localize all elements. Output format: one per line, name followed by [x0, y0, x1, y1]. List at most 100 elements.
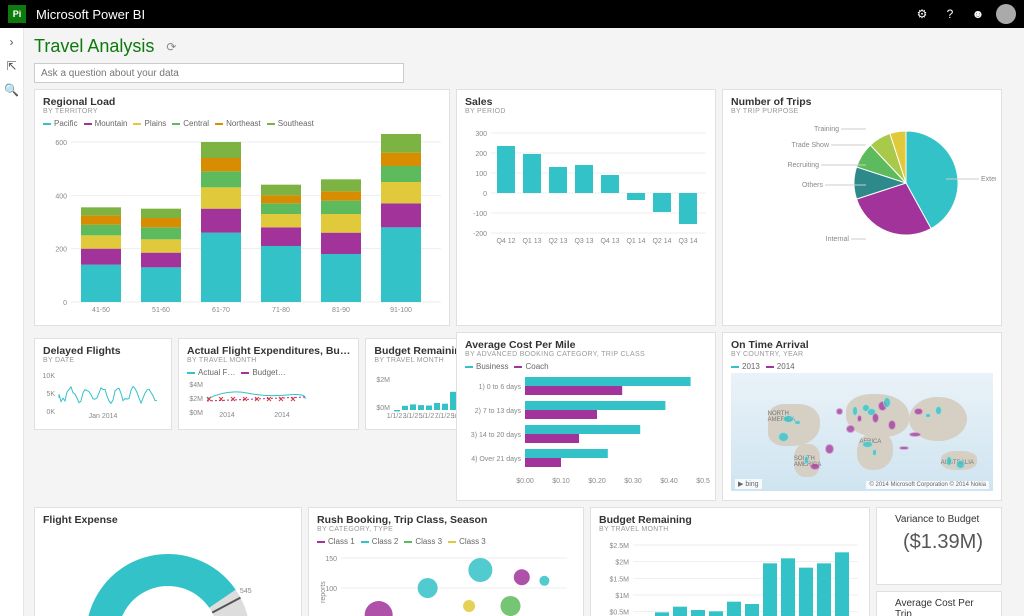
svg-text:545: 545: [240, 588, 252, 595]
world-map[interactable]: NORTHAMERICA AFRICA SOUTHAMERICA AUSTRAL…: [731, 373, 993, 491]
actual-chart: $0M $2M $4M 2014 2014: [187, 379, 307, 419]
svg-text:-100: -100: [473, 211, 487, 218]
svg-text:$2.5M: $2.5M: [610, 543, 630, 550]
svg-text:0: 0: [483, 191, 487, 198]
card-title: Regional Load: [43, 96, 441, 108]
search-icon[interactable]: 🔍: [4, 82, 20, 98]
svg-text:600: 600: [55, 140, 67, 147]
kpi-variance-value: ($1.39M): [885, 525, 993, 558]
card-delayed-flights[interactable]: Delayed Flights BY DATE 0K5K10KJan 2014: [34, 338, 172, 430]
app-logo: Pi: [8, 5, 26, 23]
settings-icon[interactable]: ⚙: [908, 0, 936, 28]
svg-text:Recruiting: Recruiting: [787, 162, 819, 169]
svg-text:3) 14 to 20 days: 3) 14 to 20 days: [471, 432, 522, 439]
svg-text:reports: reports: [320, 581, 327, 603]
svg-text:$1M: $1M: [615, 593, 629, 600]
svg-text:2014: 2014: [274, 412, 290, 419]
svg-text:Q3 13: Q3 13: [574, 238, 593, 245]
card-variance[interactable]: Variance to Budget ($1.39M): [876, 507, 1002, 585]
svg-text:61-70: 61-70: [212, 307, 230, 314]
svg-text:$0.20: $0.20: [588, 478, 606, 485]
svg-text:Q1 13: Q1 13: [522, 238, 541, 245]
card-subtitle: BY PERIOD: [465, 108, 707, 115]
card-rush-booking[interactable]: Rush Booking, Trip Class, Season BY CATE…: [308, 507, 584, 616]
svg-text:Q2 13: Q2 13: [548, 238, 567, 245]
svg-text:150: 150: [325, 556, 337, 563]
svg-text:Q2 14: Q2 14: [652, 238, 671, 245]
svg-text:2014: 2014: [219, 412, 235, 419]
card-flight-expense[interactable]: Flight Expense 545 522 0 645: [34, 507, 302, 616]
map-provider-logo: ▶ bing: [735, 479, 762, 489]
budget-lg-chart: ($0.5M)$0M$0.5M$1M$1.5M$2M$2.5M1/1/20142…: [599, 537, 864, 616]
svg-text:$0.5M: $0.5M: [610, 610, 630, 616]
page-title: Travel Analysis: [34, 36, 154, 57]
svg-text:0K: 0K: [46, 409, 55, 416]
svg-text:$0.10: $0.10: [552, 478, 570, 485]
svg-text:$2M: $2M: [377, 377, 391, 384]
svg-text:$2M: $2M: [189, 396, 203, 403]
card-on-time-arrival[interactable]: On Time Arrival BY COUNTRY, YEAR 2013201…: [722, 332, 1002, 501]
svg-text:51-60: 51-60: [152, 307, 170, 314]
svg-text:$1.5M: $1.5M: [610, 576, 630, 583]
svg-text:$0M: $0M: [189, 410, 203, 417]
svg-text:Others: Others: [802, 182, 824, 189]
svg-text:$2M: $2M: [615, 560, 629, 567]
svg-text:91-100: 91-100: [390, 307, 412, 314]
svg-text:$0.00: $0.00: [516, 478, 534, 485]
qna-input[interactable]: [34, 63, 404, 83]
svg-text:200: 200: [475, 151, 487, 158]
svg-text:41-50: 41-50: [92, 307, 110, 314]
acpm-chart: 1) 0 to 6 days 2) 7 to 13 days 3) 14 to 20…: [465, 373, 710, 491]
svg-text:4) Over 21 days: 4) Over 21 days: [471, 456, 521, 463]
trips-pie: Training Trade Show Recruiting Others Intern…: [731, 119, 996, 247]
card-trips[interactable]: Number of Trips BY TRIP PURPOSE Training…: [722, 89, 1002, 326]
card-subtitle: BY TERRITORY: [43, 108, 441, 115]
pin-icon[interactable]: ⇱: [4, 58, 20, 74]
svg-text:1) 0 to 6 days: 1) 0 to 6 days: [479, 384, 522, 391]
feedback-icon[interactable]: ☻: [964, 0, 992, 28]
delayed-chart: 0K5K10KJan 2014: [43, 368, 163, 420]
card-actual-expenditures[interactable]: Actual Flight Expenditures, Bu… BY TRAVE…: [178, 338, 359, 430]
svg-text:$4M: $4M: [189, 382, 203, 389]
svg-text:Q4 12: Q4 12: [496, 238, 515, 245]
svg-text:Training: Training: [814, 126, 839, 133]
svg-text:$0.30: $0.30: [624, 478, 642, 485]
svg-text:81-90: 81-90: [332, 307, 350, 314]
app-title: Microsoft Power BI: [36, 7, 145, 22]
card-title: Number of Trips: [731, 96, 993, 108]
svg-text:200: 200: [55, 247, 67, 254]
svg-text:100: 100: [325, 586, 337, 593]
card-avg-cost-mile[interactable]: Average Cost Per Mile BY ADVANCED BOOKIN…: [456, 332, 716, 501]
expand-nav-icon[interactable]: ›: [4, 34, 20, 50]
regional-chart: 020040060041-5051-6061-7071-8081-9091-10…: [43, 130, 443, 316]
card-title: Sales: [465, 96, 707, 108]
svg-text:-200: -200: [473, 231, 487, 238]
svg-text:$0.40: $0.40: [660, 478, 678, 485]
svg-text:$0.50: $0.50: [696, 478, 710, 485]
svg-text:External: External: [981, 176, 996, 183]
svg-text:300: 300: [475, 131, 487, 138]
svg-text:Internal: Internal: [826, 236, 850, 243]
card-regional-load[interactable]: Regional Load BY TERRITORY Pacific Mount…: [34, 89, 450, 326]
svg-text:Q1 14: Q1 14: [626, 238, 645, 245]
svg-text:Q3 14: Q3 14: [678, 238, 697, 245]
top-bar: Pi Microsoft Power BI ⚙ ? ☻: [0, 0, 1024, 28]
svg-text:400: 400: [55, 193, 67, 200]
scatter-chart: 050100150203040506070minutesreports: [317, 548, 577, 616]
sales-chart: -200-1000100200300Q4 12Q1 13Q2 13Q3 13Q4…: [465, 119, 710, 245]
svg-text:0: 0: [63, 300, 67, 307]
svg-text:2) 7 to 13 days: 2) 7 to 13 days: [475, 408, 522, 415]
svg-text:100: 100: [475, 171, 487, 178]
card-subtitle: BY TRIP PURPOSE: [731, 108, 993, 115]
svg-text:5K: 5K: [46, 391, 55, 398]
card-avg-cost-trip[interactable]: Average Cost Per Trip $723.16: [876, 591, 1002, 616]
chart-legend: Pacific Mountain Plains Central Northeas…: [43, 119, 441, 128]
svg-text:10K: 10K: [43, 373, 55, 380]
map-attribution: © 2014 Microsoft Corporation © 2014 Noki…: [866, 481, 989, 489]
svg-text:Trade Show: Trade Show: [792, 142, 830, 149]
card-budget-large[interactable]: Budget Remaining BY TRAVEL MONTH ($0.5M)…: [590, 507, 870, 616]
card-sales[interactable]: Sales BY PERIOD -200 -100 0 100 200 300 Q4 12 Q…: [456, 89, 716, 326]
help-icon[interactable]: ?: [936, 0, 964, 28]
refresh-icon[interactable]: ⟳: [166, 40, 176, 54]
user-avatar[interactable]: [996, 4, 1016, 24]
